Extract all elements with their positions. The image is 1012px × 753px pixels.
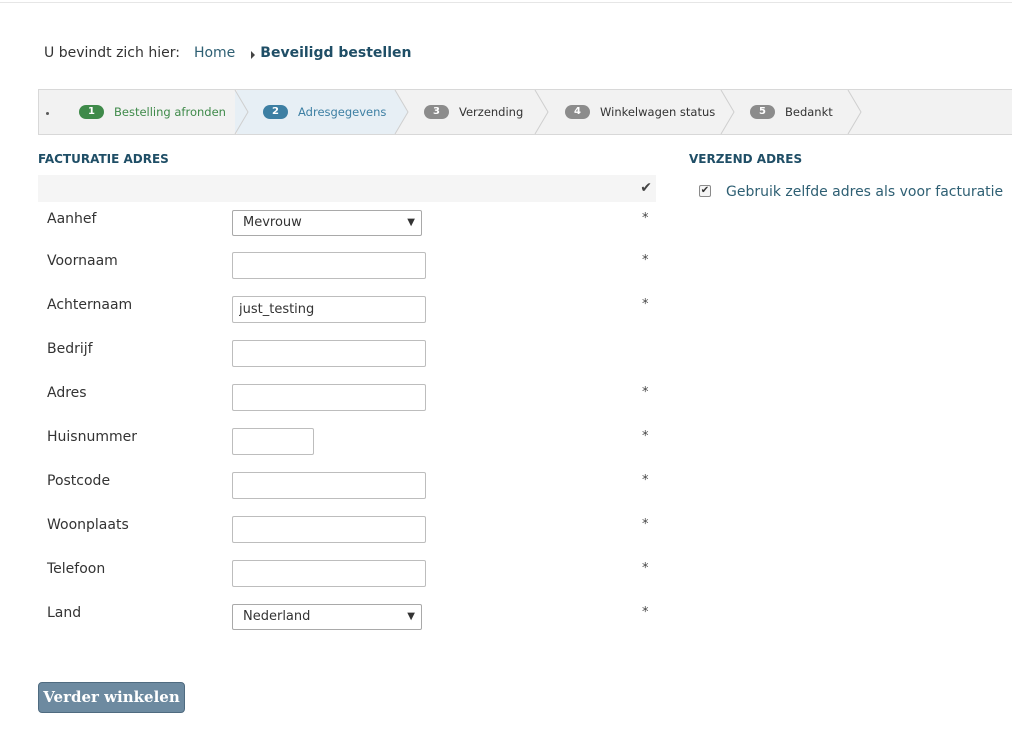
- label-voornaam: Voornaam: [47, 253, 118, 269]
- required-marker: *: [642, 211, 649, 226]
- step-number-badge: 5: [750, 105, 775, 119]
- step-5[interactable]: 5 Bedankt: [750, 90, 833, 134]
- label-achternaam: Achternaam: [47, 297, 133, 313]
- top-divider: [0, 2, 1012, 3]
- step-label: Verzending: [459, 105, 524, 119]
- telefoon-input[interactable]: [232, 560, 426, 587]
- step-separator-icon: [394, 90, 409, 134]
- woonplaats-input[interactable]: [232, 516, 426, 543]
- dropdown-arrow-icon: ▼: [407, 217, 415, 228]
- label-postcode: Postcode: [47, 473, 111, 489]
- same-address-checkbox[interactable]: ✔: [699, 185, 711, 197]
- label-bedrijf: Bedrijf: [47, 341, 93, 357]
- aanhef-value: Mevrouw: [243, 215, 302, 230]
- step-separator-icon: [534, 90, 549, 134]
- step-2[interactable]: 2 Adresgegevens: [263, 90, 386, 134]
- breadcrumb-home-link[interactable]: Home: [194, 45, 235, 61]
- required-marker: *: [642, 297, 649, 312]
- land-value: Nederland: [243, 609, 311, 624]
- required-marker: *: [642, 605, 649, 620]
- bullet-icon: [46, 112, 49, 115]
- billing-header-bar: ✔: [38, 175, 656, 202]
- breadcrumb-arrow-icon: [251, 51, 256, 59]
- step-separator-icon: [234, 90, 249, 134]
- postcode-input[interactable]: [232, 472, 426, 499]
- aanhef-select[interactable]: Mevrouw ▼: [232, 210, 422, 236]
- required-marker: *: [642, 429, 649, 444]
- continue-shopping-button[interactable]: Verder winkelen: [38, 682, 185, 713]
- required-marker: *: [642, 561, 649, 576]
- step-number-badge: 3: [424, 105, 449, 119]
- required-marker: *: [642, 385, 649, 400]
- required-marker: *: [642, 473, 649, 488]
- dropdown-arrow-icon: ▼: [407, 611, 415, 622]
- shipping-title: VERZEND ADRES: [689, 152, 803, 166]
- step-number-badge: 4: [565, 105, 590, 119]
- step-number-badge: 2: [263, 105, 288, 119]
- step-4[interactable]: 4 Winkelwagen status: [565, 90, 715, 134]
- required-marker: *: [642, 253, 649, 268]
- label-land: Land: [47, 605, 82, 621]
- required-marker: *: [642, 517, 649, 532]
- label-adres: Adres: [47, 385, 87, 401]
- breadcrumb-current: Beveiligd bestellen: [260, 45, 412, 61]
- breadcrumb-prefix: U bevindt zich hier:: [44, 45, 180, 61]
- checkout-steps: 1 Bestelling afronden 2 Adresgegevens 3 …: [38, 89, 1012, 135]
- step-number-badge: 1: [79, 105, 104, 119]
- step-label: Bestelling afronden: [114, 105, 226, 119]
- label-huisnummer: Huisnummer: [47, 429, 137, 445]
- step-label: Bedankt: [785, 105, 833, 119]
- huisnummer-input[interactable]: [232, 428, 314, 455]
- step-separator-icon: [847, 90, 862, 134]
- checkmark-icon: ✔: [640, 180, 652, 196]
- step-1[interactable]: 1 Bestelling afronden: [79, 90, 226, 134]
- label-telefoon: Telefoon: [47, 561, 106, 577]
- adres-input[interactable]: [232, 384, 426, 411]
- same-address-label[interactable]: Gebruik zelfde adres als voor facturatie: [726, 184, 1003, 200]
- step-3[interactable]: 3 Verzending: [424, 90, 523, 134]
- step-label: Adresgegevens: [298, 105, 387, 119]
- step-label: Winkelwagen status: [600, 105, 716, 119]
- bedrijf-input[interactable]: [232, 340, 426, 367]
- label-woonplaats: Woonplaats: [47, 517, 129, 533]
- voornaam-input[interactable]: [232, 252, 426, 279]
- breadcrumb: U bevindt zich hier: Home Beveiligd best…: [44, 45, 411, 61]
- label-aanhef: Aanhef: [47, 211, 97, 227]
- billing-title: FACTURATIE ADRES: [38, 152, 169, 166]
- land-select[interactable]: Nederland ▼: [232, 604, 422, 630]
- achternaam-input[interactable]: [232, 296, 426, 323]
- step-separator-icon: [720, 90, 735, 134]
